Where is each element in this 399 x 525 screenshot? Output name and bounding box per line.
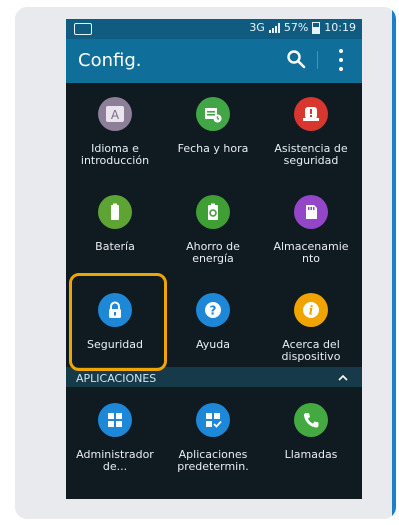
page-title: Config.: [78, 50, 142, 71]
app-default-apps-label: Aplicaciones predetermin.: [177, 448, 249, 473]
svg-text:i: i: [309, 304, 314, 318]
setting-about-device[interactable]: i Acerca del dispositivo: [262, 293, 360, 363]
info-icon: i: [294, 293, 328, 327]
app-application-manager-label: Administrador de...: [76, 448, 154, 473]
signal-icon: [268, 22, 280, 33]
calendar-clock-icon: [196, 97, 230, 131]
search-icon[interactable]: [286, 49, 306, 69]
section-title: APLICACIONES: [76, 372, 157, 385]
app-default-apps[interactable]: Aplicaciones predetermin.: [164, 403, 262, 473]
phone-screen: 3G 57% 10:19 Config. A Idioma e introduc…: [66, 19, 362, 499]
appbar-divider: [317, 51, 318, 69]
help-icon: ?: [196, 293, 230, 327]
overflow-menu-icon[interactable]: [332, 49, 350, 71]
setting-energy-saving[interactable]: Ahorro de energía: [164, 195, 262, 265]
setting-language-label: Idioma e introducción: [80, 142, 150, 167]
status-bar: 3G 57% 10:19: [66, 19, 362, 39]
setting-battery[interactable]: Batería: [66, 195, 164, 253]
battery-percent: 57%: [283, 21, 309, 34]
setting-storage-label: Almacenamie nto: [273, 240, 349, 265]
app-application-manager[interactable]: Administrador de...: [66, 403, 164, 473]
language-icon: A: [98, 97, 132, 131]
storage-icon: [294, 195, 328, 229]
security-highlight-box: [69, 273, 167, 371]
default-apps-icon: [196, 403, 230, 437]
phone-icon: [294, 403, 328, 437]
chevron-up-icon: [338, 374, 348, 381]
setting-storage[interactable]: Almacenamie nto: [262, 195, 360, 265]
svg-text:?: ?: [210, 304, 217, 318]
energy-saving-icon: [196, 195, 230, 229]
battery-status-icon: [312, 21, 321, 34]
setting-language[interactable]: A Idioma e introducción: [66, 97, 164, 167]
screenshot-icon: [74, 23, 92, 35]
setting-date-time[interactable]: Fecha y hora: [164, 97, 262, 155]
setting-safety-assistance[interactable]: Asistencia de seguridad: [262, 97, 360, 167]
setting-about-device-label: Acerca del dispositivo: [281, 338, 341, 363]
clock: 10:19: [324, 21, 356, 34]
app-bar: Config.: [66, 39, 362, 83]
card-accent-bar: [392, 7, 396, 519]
battery-icon: [98, 195, 132, 229]
status-right: 3G 57% 10:19: [249, 21, 356, 34]
app-calls-label: Llamadas: [284, 448, 338, 461]
setting-date-time-label: Fecha y hora: [177, 142, 249, 155]
safety-alert-icon: [294, 97, 328, 131]
apps-grid-icon: [98, 403, 132, 437]
svg-text:A: A: [111, 108, 120, 122]
app-calls[interactable]: Llamadas: [262, 403, 360, 461]
setting-help-label: Ayuda: [196, 338, 230, 351]
setting-help[interactable]: ? Ayuda: [164, 293, 262, 351]
setting-battery-label: Batería: [95, 240, 135, 253]
network-type: 3G: [249, 21, 265, 34]
setting-energy-saving-label: Ahorro de energía: [186, 240, 240, 265]
setting-safety-assistance-label: Asistencia de seguridad: [274, 142, 348, 167]
